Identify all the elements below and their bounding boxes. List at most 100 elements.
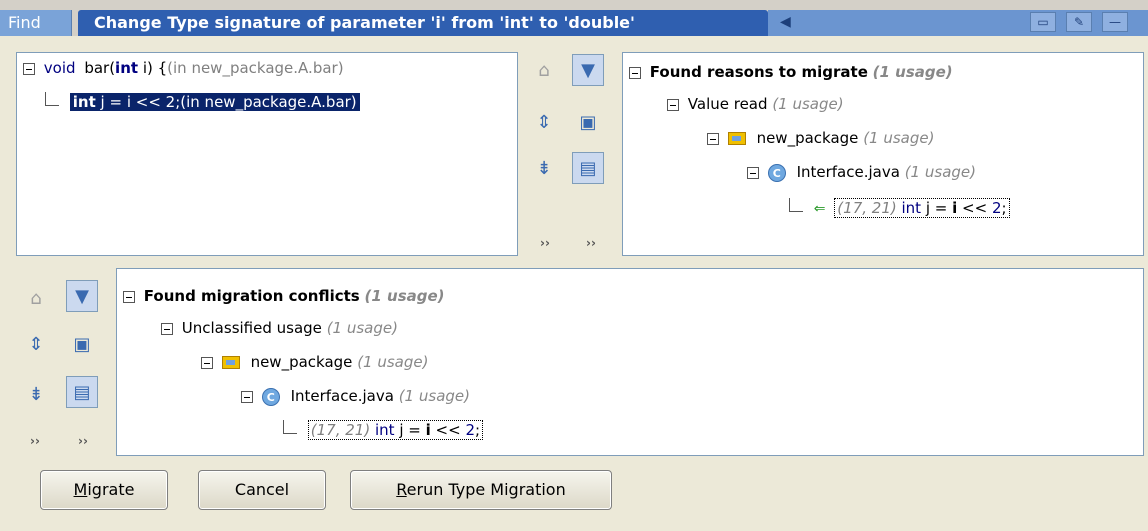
home-icon-lower[interactable]: ⌂: [20, 282, 52, 314]
tab-scroll-left-icon[interactable]: ◀: [780, 14, 791, 30]
package-label: new_package: [250, 353, 353, 371]
mnemonic: R: [396, 480, 407, 499]
tree-node-reasons[interactable]: Found reasons to migrate (1 usage): [629, 61, 953, 83]
file-usage: (1 usage): [904, 163, 976, 181]
reasons-tree-panel: Found reasons to migrate (1 usage) Value…: [622, 52, 1144, 256]
unclassified-label: Unclassified usage: [181, 319, 322, 337]
usage-code[interactable]: (17, 21) int j = i << 2;: [834, 198, 1010, 218]
usage-position: (17, 21): [310, 421, 371, 439]
package-label: new_package: [756, 129, 859, 147]
package-usage: (1 usage): [357, 353, 429, 371]
filter-icon-lower[interactable]: ▼: [66, 280, 98, 312]
conflicts-usage-count: (1 usage): [364, 287, 445, 305]
package-icon: [727, 132, 746, 145]
usage-keyword: int: [901, 199, 922, 217]
collapse-icon[interactable]: [707, 132, 719, 145]
collapse-icon[interactable]: [161, 322, 173, 335]
minimize-icon[interactable]: —: [1102, 12, 1128, 32]
collapse-icon[interactable]: [747, 166, 759, 179]
collapse-all-icon-lower[interactable]: ⇟: [20, 378, 52, 410]
tree-node-statement[interactable]: int j = i << 2;(in new_package.A.bar): [45, 91, 360, 113]
param-type: int: [115, 59, 139, 77]
pin-icon[interactable]: ✎: [1066, 12, 1092, 32]
tool-window-header: Find Change Type signature of parameter …: [0, 0, 1148, 36]
collapse-icon[interactable]: [667, 98, 679, 111]
tree-connector: [283, 420, 297, 434]
group-by-file-icon-lower[interactable]: ▤: [66, 376, 98, 408]
collapse-icon[interactable]: [123, 290, 135, 303]
active-content-tab[interactable]: Change Type signature of parameter 'i' f…: [78, 10, 768, 36]
more-left-icon-lower[interactable]: ››: [30, 434, 40, 448]
more-left-icon[interactable]: ››: [540, 236, 550, 250]
class-icon: C: [767, 163, 786, 182]
more-right-icon-lower[interactable]: ››: [78, 434, 88, 448]
method-name: bar(: [84, 59, 116, 77]
class-icon: C: [261, 387, 280, 406]
usage-text: j =: [921, 199, 953, 217]
group-by-package-icon[interactable]: ▣: [572, 106, 604, 138]
reasons-label: Found reasons to migrate: [649, 63, 868, 81]
rerun-type-migration-button[interactable]: Rerun Type Migration: [350, 470, 612, 510]
usages-tree-panel: void bar(int i) {(in new_package.A.bar) …: [16, 52, 518, 256]
tree-node-usage[interactable]: ⇐ (17, 21) int j = i << 2;: [789, 197, 1010, 219]
restore-icon[interactable]: ▭: [1030, 12, 1056, 32]
file-usage: (1 usage): [398, 387, 470, 405]
tree-node-conflicts[interactable]: Found migration conflicts (1 usage): [123, 285, 445, 307]
statement-location: (in new_package.A.bar): [180, 93, 357, 111]
usage-code[interactable]: (17, 21) int j = i << 2;: [307, 420, 484, 440]
tree-node-file[interactable]: C Interface.java (1 usage): [747, 161, 976, 183]
usage-keyword: int: [374, 421, 395, 439]
collapse-icon[interactable]: [201, 356, 213, 369]
tree-node-value-read[interactable]: Value read (1 usage): [667, 93, 844, 115]
conflicts-tree-panel: Found migration conflicts (1 usage) Uncl…: [116, 268, 1144, 456]
tree-connector: [45, 92, 59, 106]
value-read-label: Value read: [687, 95, 768, 113]
reasons-usage-count: (1 usage): [872, 63, 953, 81]
usage-position: (17, 21): [837, 199, 897, 217]
filter-icon[interactable]: ▼: [572, 54, 604, 86]
method-return-type: void: [43, 59, 76, 77]
read-access-icon: ⇐: [813, 201, 826, 217]
usage-op: <<: [957, 199, 992, 217]
param-rest: i) {: [138, 59, 168, 77]
more-right-icon[interactable]: ››: [586, 236, 596, 250]
tree-node-method[interactable]: void bar(int i) {(in new_package.A.bar): [23, 57, 344, 79]
expand-all-icon[interactable]: ⇕: [528, 106, 560, 138]
conflicts-label: Found migration conflicts: [143, 287, 360, 305]
unclassified-usage: (1 usage): [326, 319, 398, 337]
mnemonic: M: [73, 480, 88, 499]
button-label: igrate: [87, 480, 135, 499]
expand-all-icon-lower[interactable]: ⇕: [20, 328, 52, 360]
package-icon: [221, 356, 240, 369]
collapse-all-icon[interactable]: ⇟: [528, 152, 560, 184]
usage-text: j =: [394, 421, 426, 439]
tree-connector: [789, 198, 803, 212]
method-location: (in new_package.A.bar): [167, 59, 344, 77]
value-read-usage: (1 usage): [772, 95, 844, 113]
cancel-button[interactable]: Cancel: [198, 470, 326, 510]
collapse-icon[interactable]: [629, 66, 641, 79]
statement-code: j = i << 2;: [95, 93, 181, 111]
tree-node-unclassified[interactable]: Unclassified usage (1 usage): [161, 317, 398, 339]
tree-node-package-lower[interactable]: new_package (1 usage): [201, 351, 428, 373]
usage-number: 2: [991, 199, 1002, 217]
find-tab[interactable]: Find: [0, 10, 72, 36]
tree-node-package[interactable]: new_package (1 usage): [707, 127, 934, 149]
collapse-icon[interactable]: [23, 62, 35, 75]
tree-node-usage-lower[interactable]: (17, 21) int j = i << 2;: [283, 419, 484, 441]
usage-op: <<: [430, 421, 466, 439]
file-label: Interface.java: [290, 387, 394, 405]
tree-node-file-lower[interactable]: C Interface.java (1 usage): [241, 385, 470, 407]
home-icon[interactable]: ⌂: [528, 54, 560, 86]
button-label: erun Type Migration: [406, 480, 566, 499]
button-label: Cancel: [234, 480, 290, 499]
migrate-button[interactable]: Migrate: [40, 470, 168, 510]
package-usage: (1 usage): [863, 129, 935, 147]
group-by-package-icon-lower[interactable]: ▣: [66, 328, 98, 360]
statement-keyword: int: [72, 93, 96, 111]
group-by-file-icon[interactable]: ▤: [572, 152, 604, 184]
selected-statement[interactable]: int j = i << 2;(in new_package.A.bar): [69, 93, 360, 111]
usage-number: 2: [465, 421, 475, 439]
collapse-icon[interactable]: [241, 390, 253, 403]
usage-semicolon: ;: [474, 421, 481, 439]
